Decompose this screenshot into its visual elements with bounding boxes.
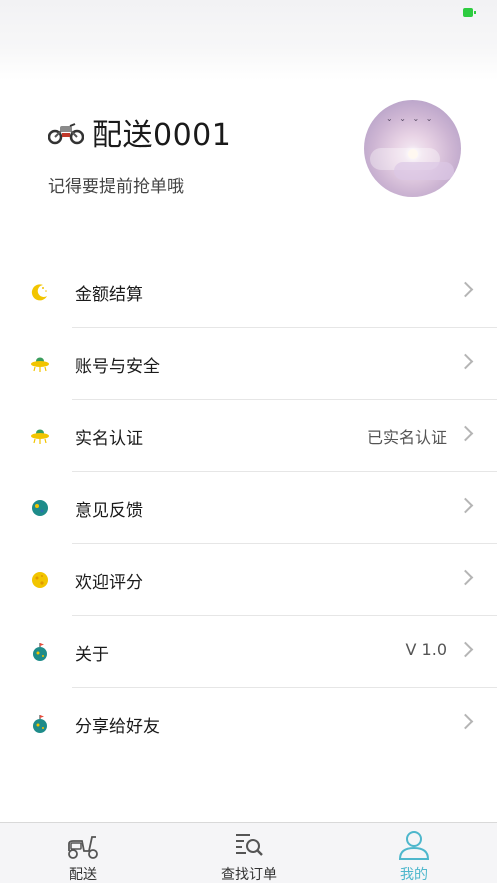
menu-item-real-name[interactable]: 实名认证 已实名认证	[0, 400, 497, 472]
chevron-right-icon	[457, 353, 474, 370]
user-name: 配送0001	[92, 118, 232, 153]
scooter-icon	[68, 836, 98, 859]
chevron-right-icon	[457, 497, 474, 514]
menu-label: 账号与安全	[75, 357, 160, 377]
chevron-right-icon	[457, 425, 474, 442]
chevron-right-icon	[457, 713, 474, 730]
chevron-right-icon	[457, 569, 474, 586]
battery-icon	[463, 8, 476, 17]
flag-planet-icon	[33, 715, 47, 733]
menu-label: 分享给好友	[75, 717, 160, 737]
moon-icon	[31, 284, 47, 301]
bottom-tab-bar: 配送 查找订单 我的	[0, 822, 497, 883]
user-slogan: 记得要提前抢单哦	[48, 177, 184, 197]
chevron-right-icon	[457, 641, 474, 658]
real-name-status: 已实名认证	[366, 428, 447, 447]
menu-item-feedback[interactable]: 意见反馈	[0, 472, 497, 544]
search-list-icon	[236, 834, 263, 856]
birds-decoration: ⌄ ⌄ ⌄ ⌄	[386, 114, 435, 123]
tab-mine[interactable]: 我的	[331, 823, 497, 883]
menu-item-account-security[interactable]: 账号与安全	[0, 328, 497, 400]
version-value: V 1.0	[405, 640, 447, 659]
planet-icon	[32, 500, 48, 516]
menu-label: 实名认证	[75, 429, 143, 449]
flag-planet-icon	[33, 643, 47, 661]
chevron-right-icon	[457, 281, 474, 298]
status-bar	[0, 0, 497, 80]
menu-label: 欢迎评分	[75, 573, 143, 593]
motorcycle-icon	[48, 123, 84, 145]
menu-label: 意见反馈	[75, 501, 143, 521]
menu-label: 关于	[75, 645, 109, 665]
person-icon	[398, 831, 430, 860]
profile-header: 配送0001 记得要提前抢单哦 ⌄ ⌄ ⌄ ⌄	[0, 96, 497, 216]
ufo-icon	[31, 357, 49, 372]
tab-label: 我的	[400, 867, 428, 883]
cheese-icon	[32, 572, 48, 588]
tab-delivery[interactable]: 配送	[0, 823, 166, 883]
menu-label: 金额结算	[75, 285, 143, 305]
menu-item-about[interactable]: 关于 V 1.0	[0, 616, 497, 688]
settings-menu: 金额结算 账号与安全 实名认证 已实名认证 意见反馈 欢迎评分 关于 V 1.0…	[0, 256, 497, 760]
ufo-icon	[31, 429, 49, 444]
tab-label: 配送	[69, 867, 97, 883]
avatar[interactable]: ⌄ ⌄ ⌄ ⌄	[364, 100, 461, 197]
menu-item-settlement[interactable]: 金额结算	[0, 256, 497, 328]
menu-item-share[interactable]: 分享给好友	[0, 688, 497, 760]
tab-label: 查找订单	[221, 867, 277, 883]
tab-find-order[interactable]: 查找订单	[166, 823, 332, 883]
menu-item-rate[interactable]: 欢迎评分	[0, 544, 497, 616]
